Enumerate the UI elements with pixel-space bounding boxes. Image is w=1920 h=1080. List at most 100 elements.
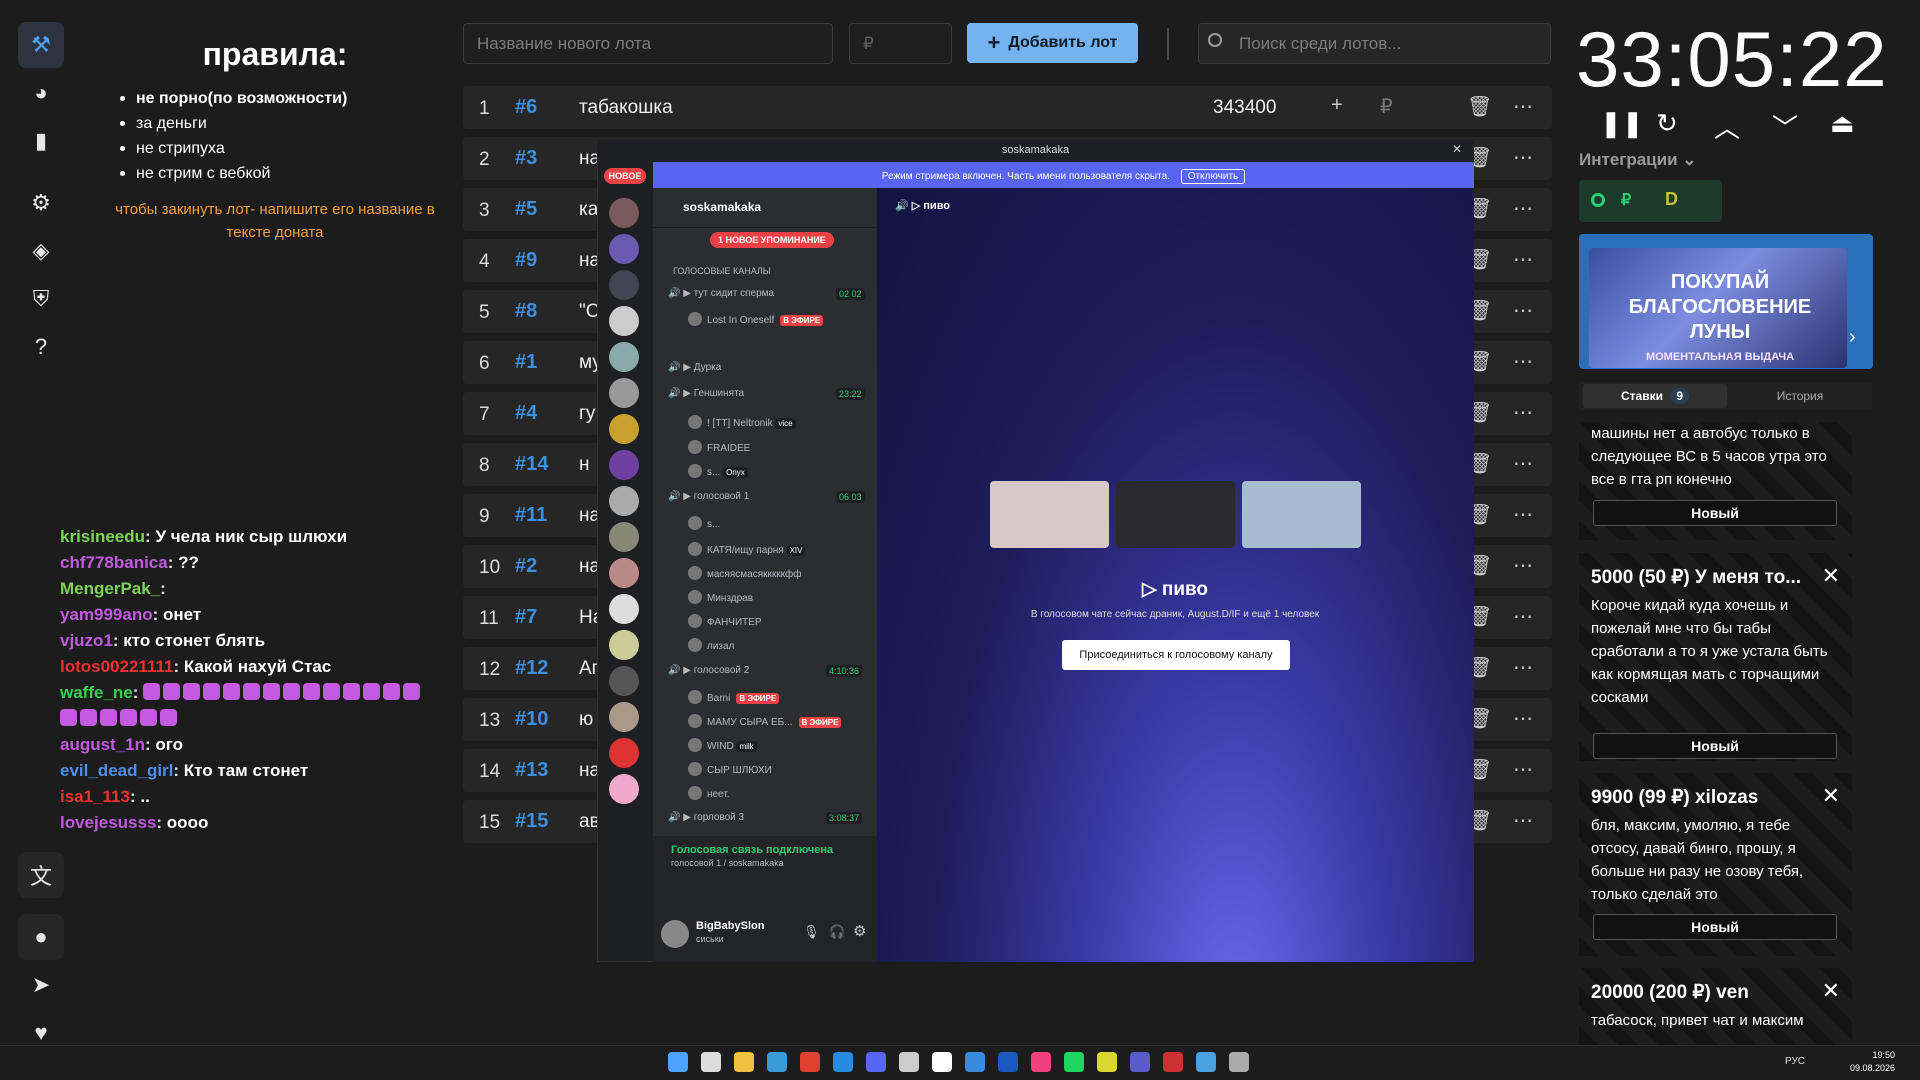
app-icon[interactable] [1097,1052,1117,1072]
server-icon[interactable] [609,414,639,444]
chrome-icon[interactable] [800,1052,820,1072]
voice-channel[interactable]: 🔊 ▶ голосовой 2 4:10:36 [668,665,863,677]
server-icon[interactable] [609,774,639,804]
voice-channel[interactable]: 🔊 ▶ Геншинята 23:22 [668,388,865,400]
voice-member[interactable]: МАМУ СЫРА ЕБ... В ЭФИРЕ [688,714,842,728]
server-icon[interactable] [609,630,639,660]
server-icon[interactable] [609,450,639,480]
more-icon[interactable]: ⋯ [1513,349,1533,374]
more-icon[interactable]: ⋯ [1513,247,1533,272]
server-icon[interactable] [609,378,639,408]
lot-search-input[interactable]: Поиск среди лотов... [1198,23,1551,64]
voice-channel[interactable]: 🔊 ▶ тут сидит сперма 02 02 [668,288,865,300]
settings-icon[interactable]: ⚙ [853,922,866,940]
server-icon[interactable] [609,594,639,624]
search-icon[interactable] [701,1052,721,1072]
join-voice-button[interactable]: Присоединиться к голосовому каналу [1062,640,1290,670]
lang-indicator[interactable]: РУС [1785,1056,1805,1067]
bid-status-select[interactable]: Новый [1593,733,1837,759]
clock[interactable]: 19:50 09.08.2026 [1850,1049,1895,1075]
eject-icon[interactable]: ⏏ [1830,108,1855,139]
lot-price-input[interactable]: ₽ [849,23,952,64]
disable-streamer-mode-button[interactable]: Отключить [1180,169,1246,184]
explorer-icon[interactable] [734,1052,754,1072]
chevron-down-icon[interactable]: ﹀ [1772,108,1798,145]
more-icon[interactable]: ⋯ [1513,94,1533,119]
spotify-icon[interactable] [1064,1052,1084,1072]
donatepay-icon[interactable]: D [1665,189,1678,210]
app-icon[interactable] [1196,1052,1216,1072]
ruble-icon[interactable]: ₽ [1621,190,1631,210]
lot-row[interactable]: 1 #6 табакошка 343400 + ₽ 🗑 ⋯ [463,86,1552,129]
app-icon[interactable] [1031,1052,1051,1072]
more-icon[interactable]: ⋯ [1513,706,1533,731]
voice-member[interactable]: лизал [688,638,734,652]
more-icon[interactable]: ⋯ [1513,604,1533,629]
more-icon[interactable]: ⋯ [1513,145,1533,170]
new-badge[interactable]: НОВОЕ [604,168,646,184]
epic-icon[interactable] [932,1052,952,1072]
participant-tile[interactable] [1242,481,1361,548]
translate-icon[interactable]: 文 [18,852,64,898]
server-icon[interactable] [609,666,639,696]
steam-icon[interactable] [998,1052,1018,1072]
voice-category[interactable]: ГОЛОСОВЫЕ КАНАЛЫ [673,266,771,276]
server-name[interactable]: soskamakaka [653,188,877,228]
server-icon[interactable] [609,522,639,552]
bid-status-select[interactable]: Новый [1593,914,1837,940]
tab-bids[interactable]: Ставки 9 [1583,384,1727,408]
pie-chart-icon[interactable]: ◕ [18,70,64,116]
voice-member[interactable]: масяясмасякккккфф [688,566,801,580]
layers-icon[interactable]: ◈ [18,228,64,274]
more-icon[interactable]: ⋯ [1513,655,1533,680]
ruble-icon[interactable]: ₽ [1380,94,1393,119]
server-icon[interactable] [609,486,639,516]
mic-icon[interactable]: 🎙 [803,924,820,940]
mention-badge[interactable]: 1 НОВОЕ УПОМИНАНИЕ [710,232,834,248]
server-icon[interactable] [609,270,639,300]
more-icon[interactable]: ⋯ [1513,451,1533,476]
voice-member[interactable]: s... [688,516,720,530]
more-icon[interactable]: ⋯ [1513,502,1533,527]
windows-start-icon[interactable] [668,1052,688,1072]
headphones-icon[interactable]: 🎧 [829,924,845,940]
voice-member[interactable]: Lost In Oneself В ЭФИРЕ [688,312,824,326]
participant-tile[interactable] [1116,481,1235,548]
gear-icon[interactable]: ⚙ [18,180,64,226]
voice-channel[interactable]: 🔊 ▶ голосовой 1 06 03 [668,491,865,503]
app-icon[interactable] [965,1052,985,1072]
voice-member[interactable]: Barni В ЭФИРЕ [688,690,780,704]
lot-name-input[interactable]: Название нового лота [463,23,833,64]
chevron-up-icon[interactable]: ︿ [1714,108,1740,145]
auction-icon[interactable]: ⚒ [18,22,64,68]
more-icon[interactable]: ⋯ [1513,757,1533,782]
close-icon[interactable]: ✕ [1822,563,1840,589]
edge-icon[interactable] [767,1052,787,1072]
close-icon[interactable]: ✕ [1822,978,1840,1004]
telegram-icon[interactable]: ➤ [18,962,64,1008]
plus-icon[interactable]: + [1331,94,1343,117]
shield-icon[interactable]: ⛨ [18,276,64,322]
server-icon[interactable] [609,738,639,768]
trash-icon[interactable]: 🗑 [1467,94,1492,119]
reset-icon[interactable]: ↻ [1656,108,1678,139]
server-icon[interactable] [609,306,639,336]
app-icon[interactable] [1130,1052,1150,1072]
bid-status-select[interactable]: Новый [1593,500,1837,526]
voice-member[interactable]: s... Onyx [688,464,748,478]
voice-member[interactable]: Минздрав [688,590,753,604]
participant-tile[interactable] [990,481,1109,548]
app-icon[interactable] [899,1052,919,1072]
voice-member[interactable]: FRAIDEE [688,440,750,454]
more-icon[interactable]: ⋯ [1513,400,1533,425]
pause-icon[interactable]: ❚❚ [1600,108,1644,139]
voice-channel-text[interactable]: голосовой 1 / soskamakaka [671,858,784,868]
server-icon[interactable] [609,198,639,228]
discord-icon[interactable] [866,1052,886,1072]
voice-member[interactable]: неет. [688,786,730,800]
add-lot-button[interactable]: + Добавить лот [967,23,1138,63]
integrations-label[interactable]: Интеграции ⌄ [1579,150,1697,170]
close-window-icon[interactable]: ✕ [1452,142,1462,156]
more-icon[interactable]: ⋯ [1513,553,1533,578]
more-icon[interactable]: ⋯ [1513,298,1533,323]
